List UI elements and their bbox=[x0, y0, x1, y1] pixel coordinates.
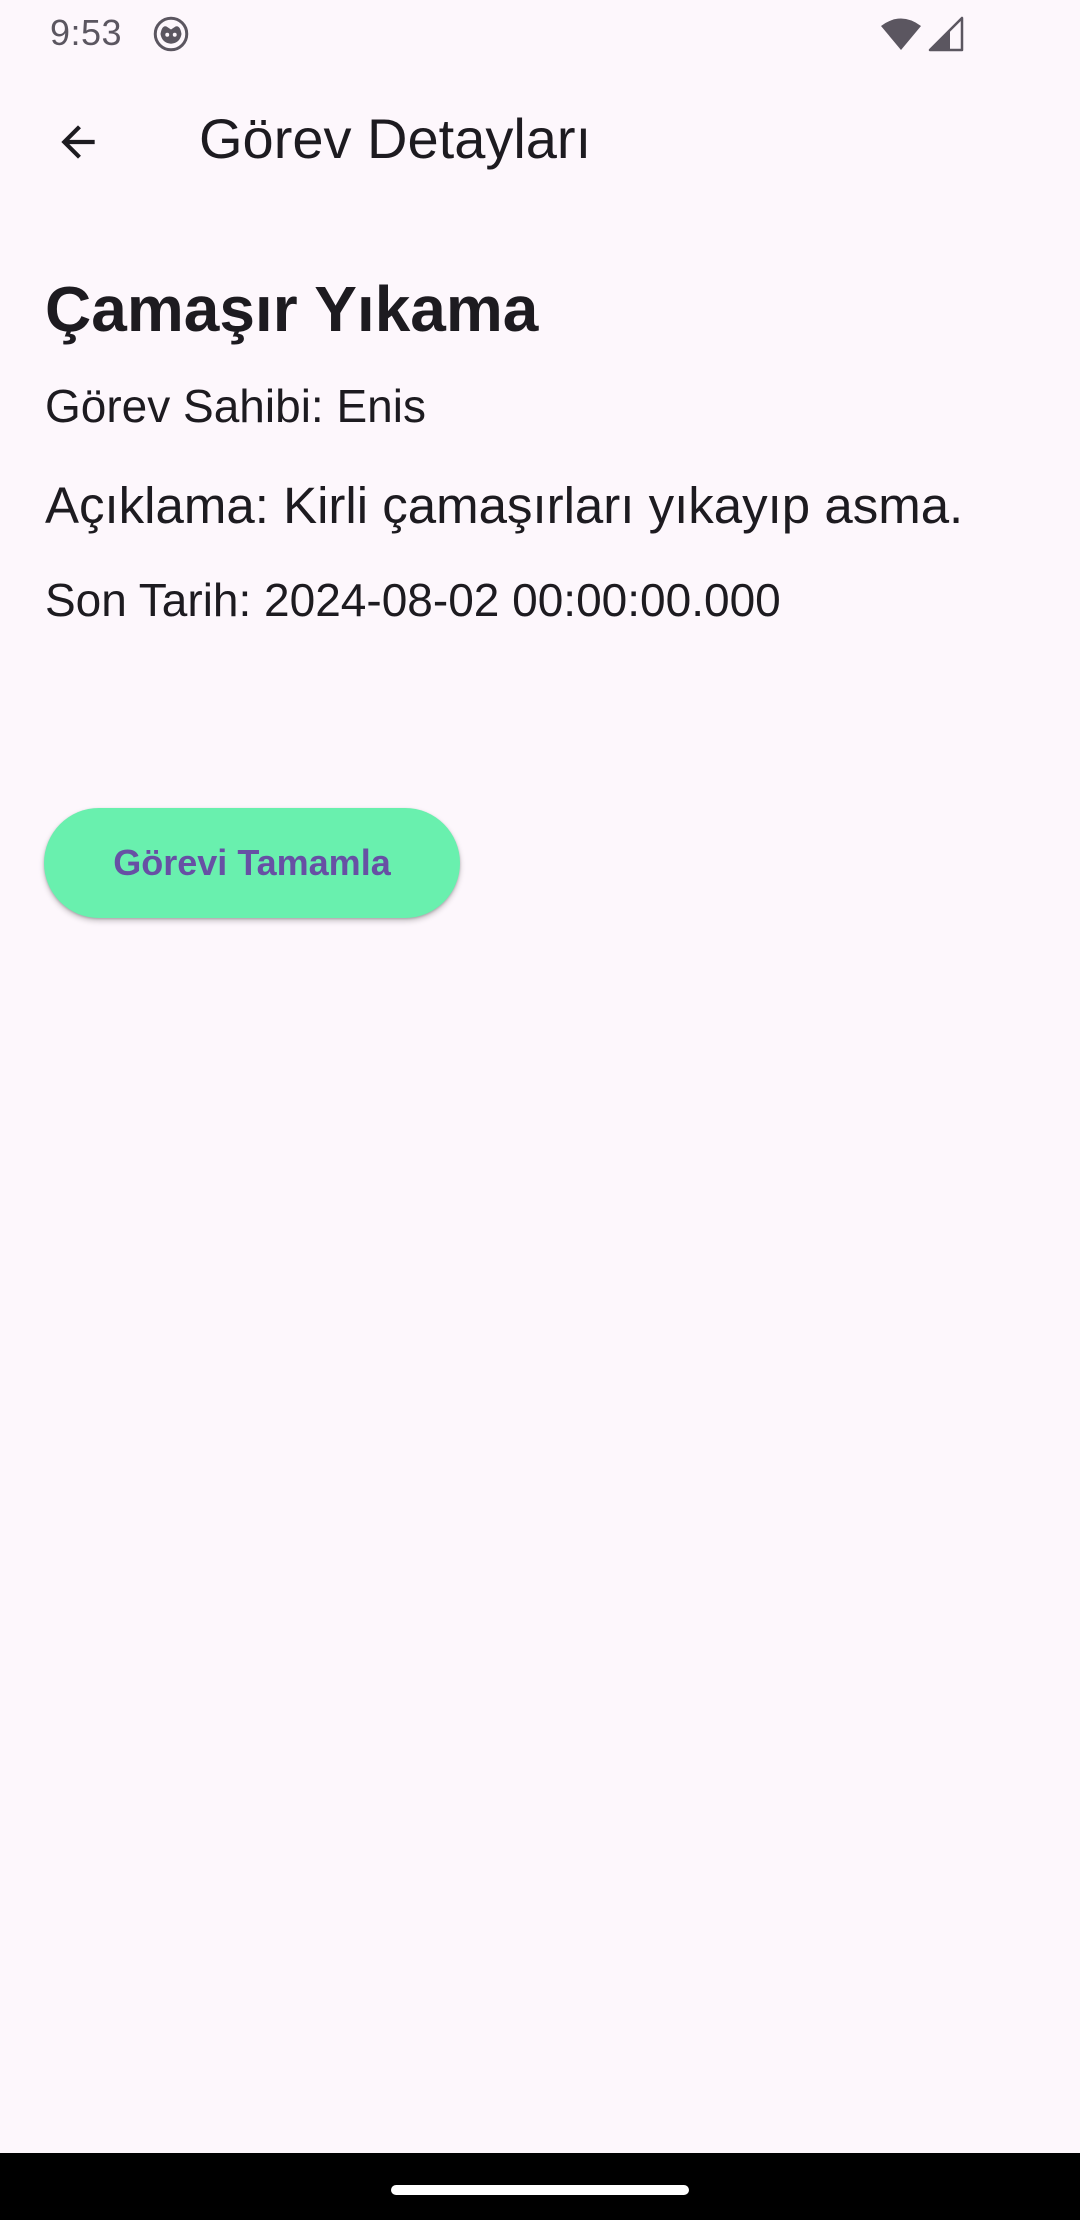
app-bar: Görev Detayları bbox=[0, 80, 1080, 204]
complete-task-button[interactable]: Görevi Tamamla bbox=[44, 808, 460, 918]
task-title: Çamaşır Yıkama bbox=[45, 273, 539, 345]
arrow-back-icon bbox=[61, 125, 95, 159]
back-button[interactable] bbox=[30, 102, 126, 182]
task-description: Açıklama: Kirli çamaşırları yıkayıp asma… bbox=[45, 477, 964, 534]
task-deadline: Son Tarih: 2024-08-02 00:00:00.000 bbox=[45, 574, 781, 626]
wifi-icon bbox=[881, 18, 921, 50]
navigation-bar bbox=[0, 2153, 1080, 2220]
status-time: 9:53 bbox=[50, 12, 123, 53]
task-owner: Görev Sahibi: Enis bbox=[45, 380, 426, 432]
task-details: Çamaşır Yıkama Görev Sahibi: Enis Açıkla… bbox=[45, 264, 1035, 630]
page-title: Görev Detayları bbox=[199, 107, 592, 170]
home-gesture-handle[interactable] bbox=[391, 2185, 689, 2195]
cellular-signal-icon bbox=[928, 16, 964, 52]
status-bar: 9:53 bbox=[0, 0, 1080, 66]
app-notification-icon bbox=[153, 16, 189, 52]
